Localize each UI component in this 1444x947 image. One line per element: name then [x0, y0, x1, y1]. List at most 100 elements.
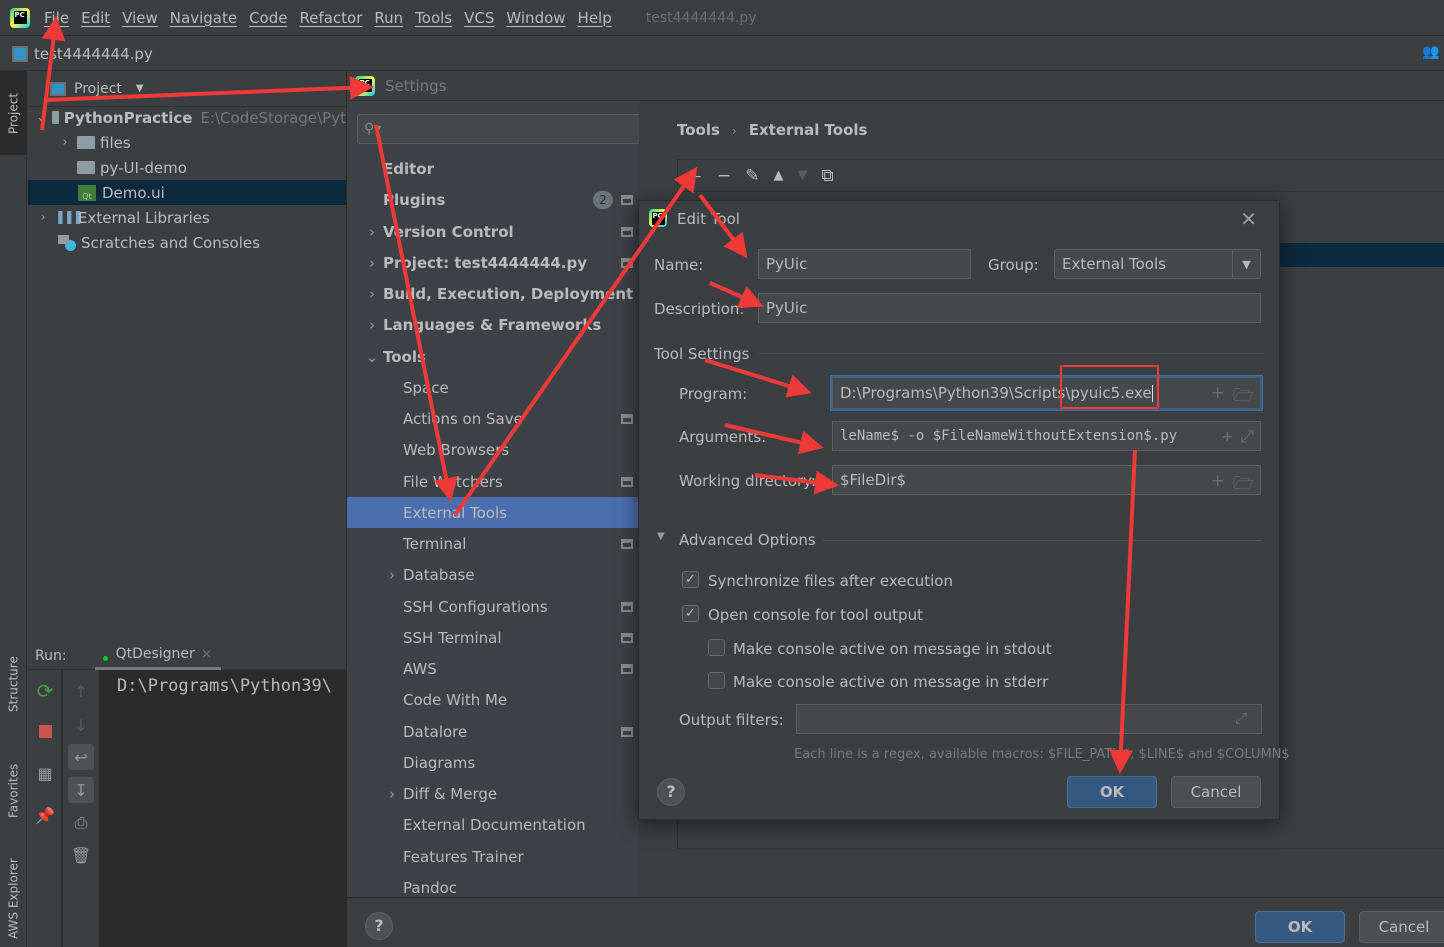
copy-icon[interactable]: ⧉ — [822, 166, 834, 186]
settings-nav-item-external-tools[interactable]: External Tools — [347, 497, 639, 528]
browse-folder-icon[interactable]: 🗁 — [1233, 471, 1254, 494]
chevron-down-icon[interactable]: ⌄ — [36, 110, 47, 125]
open-console-checkbox[interactable]: ✓ — [682, 605, 699, 622]
tree-item-scratches[interactable]: Scratches and Consoles — [28, 230, 346, 255]
trash-icon[interactable]: 🗑 — [68, 842, 94, 868]
scroll-to-end-icon[interactable]: ↧ — [68, 777, 94, 803]
console-output[interactable]: D:\Programs\Python39\ — [117, 676, 332, 696]
menu-window[interactable]: Window — [506, 9, 565, 27]
tool-tab-aws-explorer[interactable]: AWS Explorer — [0, 851, 27, 947]
close-icon[interactable]: × — [201, 646, 213, 662]
menu-refactor[interactable]: Refactor — [299, 9, 362, 27]
settings-nav-item-file-watchers[interactable]: File Watchers — [347, 466, 639, 497]
move-up-icon[interactable]: ▲ — [774, 168, 784, 183]
settings-nav-item-datalore[interactable]: Datalore — [347, 716, 639, 747]
menu-run[interactable]: Run — [374, 9, 403, 27]
chevron-down-icon[interactable]: ⌄ — [365, 348, 379, 366]
run-tab-qtdesigner[interactable]: QtDesigner × — [94, 642, 221, 670]
settings-nav-item-diagrams[interactable]: Diagrams — [347, 747, 639, 778]
expand-icon[interactable]: ⤢ — [1240, 427, 1254, 447]
menu-view[interactable]: View — [122, 9, 158, 27]
menu-vcs[interactable]: VCS — [464, 9, 494, 27]
tool-tab-project[interactable]: Project — [0, 71, 27, 155]
settings-ok-button[interactable]: OK — [1255, 911, 1345, 943]
insert-macro-icon[interactable]: + — [1222, 427, 1232, 447]
settings-cancel-button[interactable]: Cancel — [1359, 911, 1444, 943]
chevron-right-icon[interactable]: › — [365, 254, 379, 272]
working-directory-input[interactable]: $FileDir$ + 🗁 — [832, 465, 1261, 495]
settings-nav-item-pandoc[interactable]: Pandoc — [347, 872, 639, 897]
chevron-right-icon[interactable]: › — [385, 785, 399, 803]
advanced-options-toggle[interactable]: Advanced Options — [679, 531, 816, 549]
settings-nav-item-project-test4444444-py[interactable]: › Project: test4444444.py — [347, 247, 639, 278]
breadcrumb-tools[interactable]: Tools — [677, 121, 720, 141]
project-panel-header[interactable]: Project ▼ — [28, 71, 346, 107]
soft-wrap-icon[interactable]: ↩ — [68, 744, 94, 770]
menu-edit[interactable]: Edit — [81, 9, 110, 27]
close-icon[interactable]: ✕ — [1240, 207, 1257, 231]
group-select[interactable]: External Tools ▼ — [1054, 249, 1261, 279]
tree-item-pythonpractice[interactable]: ⌄ PythonPractice E:\CodeStorage\Pyt — [28, 105, 346, 130]
settings-nav-item-external-documentation[interactable]: External Documentation — [347, 809, 639, 840]
up-arrow-icon[interactable]: ↑ — [68, 678, 94, 704]
arguments-input[interactable]: leName$ -o $FileNameWithoutExtension$.py… — [832, 421, 1261, 451]
menu-navigate[interactable]: Navigate — [170, 9, 237, 27]
remove-icon[interactable]: − — [717, 166, 731, 186]
add-icon[interactable]: ＋ — [686, 163, 703, 188]
menu-code[interactable]: Code — [249, 9, 287, 27]
user-icon[interactable]: 👥 — [1422, 44, 1439, 60]
settings-nav-item-languages-frameworks[interactable]: › Languages & Frameworks — [347, 309, 639, 340]
chevron-right-icon[interactable]: › — [365, 223, 379, 241]
menu-file[interactable]: File — [44, 9, 69, 27]
stop-icon[interactable] — [32, 718, 58, 744]
chevron-right-icon[interactable]: › — [385, 566, 399, 584]
settings-nav-item-plugins[interactable]: Plugins 2 — [347, 184, 639, 215]
settings-nav-item-tools[interactable]: ⌄ Tools — [347, 341, 639, 372]
layout-icon[interactable]: ▦ — [32, 760, 58, 786]
tree-item-files[interactable]: › files — [28, 130, 346, 155]
settings-nav-item-ssh-configurations[interactable]: SSH Configurations — [347, 591, 639, 622]
name-input[interactable]: PyUic — [758, 249, 971, 279]
expand-icon[interactable]: ⤢ — [1235, 709, 1247, 727]
settings-nav-item-code-with-me[interactable]: Code With Me — [347, 684, 639, 715]
console-stderr-label[interactable]: Make console active on message in stderr — [733, 673, 1048, 691]
insert-macro-icon[interactable]: + — [1211, 471, 1225, 494]
chevron-down-icon[interactable]: ▼ — [1232, 250, 1260, 278]
settings-nav-item-editor[interactable]: Editor — [347, 153, 639, 184]
settings-search-input[interactable]: ⚲▾ — [357, 114, 639, 144]
output-filters-input[interactable] — [796, 704, 1262, 734]
down-arrow-icon[interactable]: ↓ — [68, 712, 94, 738]
tool-tab-favorites[interactable]: Favorites — [0, 746, 27, 836]
chevron-right-icon[interactable]: › — [36, 210, 50, 225]
menu-help[interactable]: Help — [578, 9, 612, 27]
settings-nav-item-diff-merge[interactable]: › Diff & Merge — [347, 778, 639, 809]
settings-nav-item-actions-on-save[interactable]: Actions on Save — [347, 403, 639, 434]
tree-item-demo-ui[interactable]: Qt Demo.ui — [28, 180, 346, 205]
menu-tools[interactable]: Tools — [415, 9, 452, 27]
insert-macro-icon[interactable]: + — [1211, 383, 1225, 408]
settings-nav-item-terminal[interactable]: Terminal — [347, 528, 639, 559]
sync-files-label[interactable]: Synchronize files after execution — [708, 572, 953, 590]
collapse-triangle-icon[interactable]: ▼ — [657, 531, 665, 542]
description-input[interactable]: PyUic — [758, 293, 1261, 323]
move-down-icon[interactable]: ▼ — [798, 168, 808, 183]
chevron-right-icon[interactable]: › — [365, 316, 379, 334]
console-stdout-label[interactable]: Make console active on message in stdout — [733, 640, 1052, 658]
edit-tool-cancel-button[interactable]: Cancel — [1171, 776, 1261, 808]
console-stderr-checkbox[interactable] — [708, 672, 725, 689]
sync-files-checkbox[interactable]: ✓ — [682, 571, 699, 588]
chevron-down-icon[interactable]: ▼ — [136, 83, 144, 94]
tool-tab-structure[interactable]: Structure — [0, 641, 27, 727]
settings-nav-item-web-browsers[interactable]: Web Browsers — [347, 434, 639, 465]
tree-item-external-libraries[interactable]: › ❚❚❚ External Libraries — [28, 205, 346, 230]
settings-nav-item-build-execution-deployment[interactable]: › Build, Execution, Deployment — [347, 278, 639, 309]
settings-nav-item-aws[interactable]: AWS — [347, 653, 639, 684]
browse-folder-icon[interactable]: 🗁 — [1233, 383, 1254, 408]
console-stdout-checkbox[interactable] — [708, 639, 725, 656]
chevron-right-icon[interactable]: › — [365, 285, 379, 303]
pin-icon[interactable]: 📌 — [32, 802, 58, 828]
help-button[interactable]: ? — [365, 912, 393, 940]
settings-nav-item-space[interactable]: Space — [347, 372, 639, 403]
settings-nav-item-database[interactable]: › Database — [347, 559, 639, 590]
settings-nav-item-version-control[interactable]: › Version Control — [347, 216, 639, 247]
